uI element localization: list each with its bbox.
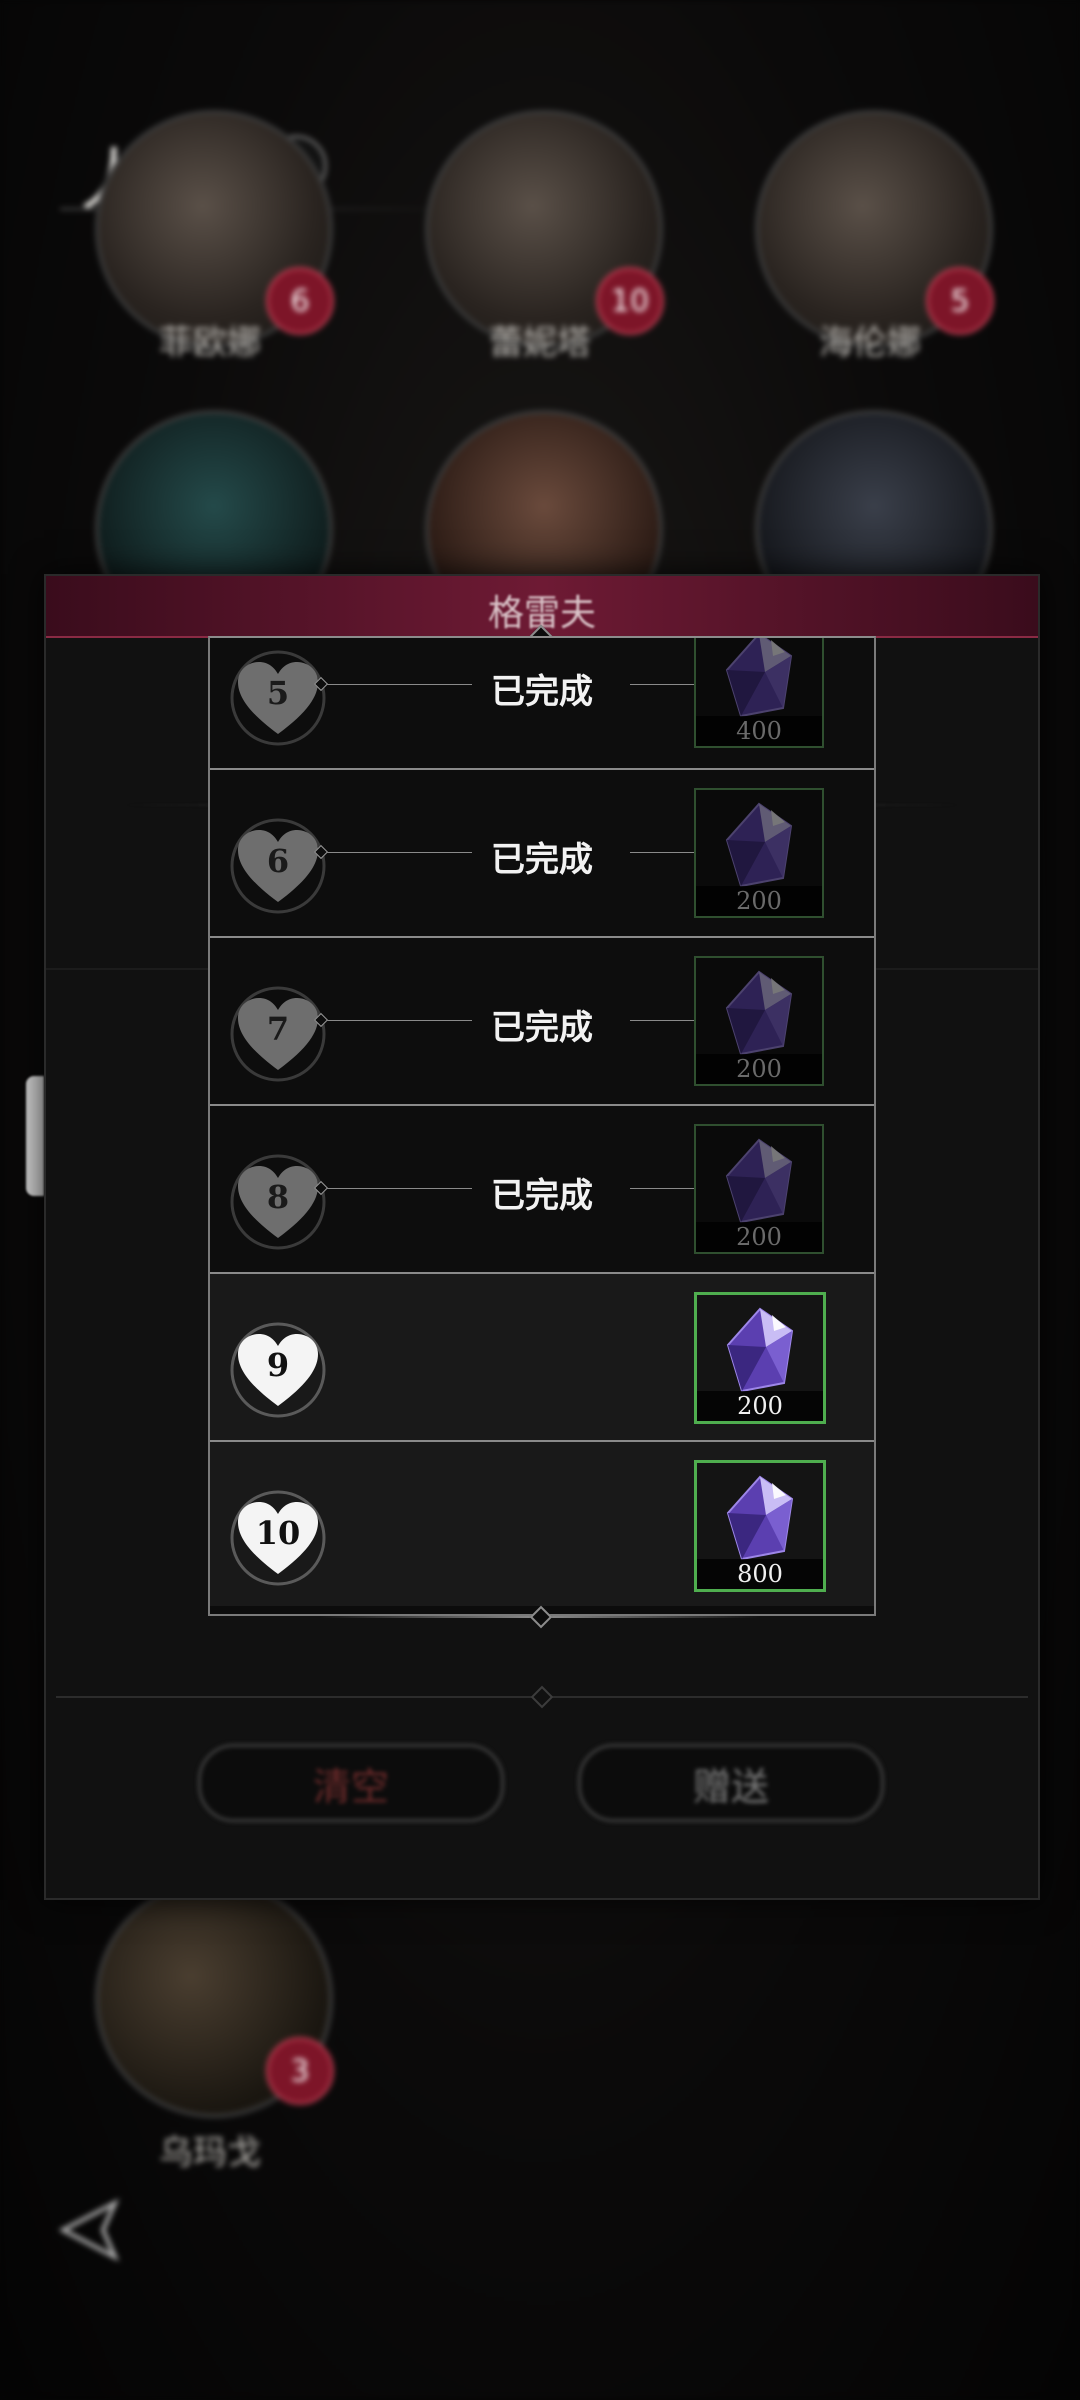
affection-heart-icon: 3 [266,2037,334,2105]
character-name: 海伦娜 [819,323,921,363]
reward-amount: 800 [697,1559,823,1589]
reward-amount: 200 [696,886,822,916]
reward-amount: 200 [697,1391,823,1421]
milestone-level: 9 [266,1346,290,1384]
character-name: 菲欧娜 [159,323,261,363]
reward-item[interactable]: 200 [694,788,824,918]
affection-level: 6 [290,283,310,319]
reward-item[interactable]: 400 [694,638,824,748]
reward-amount: 200 [696,1054,822,1084]
milestone-row: 5 已完成 400 [210,638,874,770]
milestone-row: 6 已完成 200 [210,770,874,938]
affection-milestone-list[interactable]: 5 已完成 400 6 已完成 200 7 已完成 200 8 已完成 200 … [208,636,876,1616]
character-card[interactable]: 10 蕾妮塔 [420,110,664,363]
reward-amount: 400 [696,716,822,746]
back-arrow-icon[interactable] [55,2195,135,2265]
heart-icon: 9 [228,1320,328,1420]
character-name: 乌玛戈 [159,2133,261,2173]
clear-button[interactable]: 清空 [198,1744,504,1822]
affection-level: 5 [950,283,970,319]
reward-item[interactable]: 800 [694,1460,826,1592]
reward-item[interactable]: 200 [694,1292,826,1424]
gift-button[interactable]: 赠送 [578,1744,884,1822]
milestone-row: 8 已完成 200 [210,1106,874,1274]
affection-level: 3 [290,2053,310,2089]
character-name: 蕾妮塔 [489,323,591,363]
milestone-row: 10 800 [210,1442,874,1606]
milestone-level: 10 [255,1514,301,1552]
character-card[interactable]: 6 菲欧娜 [90,110,334,363]
side-drawer-tab[interactable] [26,1076,44,1196]
milestone-row: 7 已完成 200 [210,938,874,1106]
reward-item[interactable]: 200 [694,956,824,1086]
heart-icon: 10 [228,1488,328,1588]
character-card[interactable]: 3 乌玛戈 [90,1880,334,2173]
milestone-row: 9 200 [210,1274,874,1442]
character-card[interactable]: 5 海伦娜 [750,110,994,363]
reward-item[interactable]: 200 [694,1124,824,1254]
divider-ornament [530,1685,554,1709]
affection-level: 10 [610,283,650,319]
reward-amount: 200 [696,1222,822,1252]
